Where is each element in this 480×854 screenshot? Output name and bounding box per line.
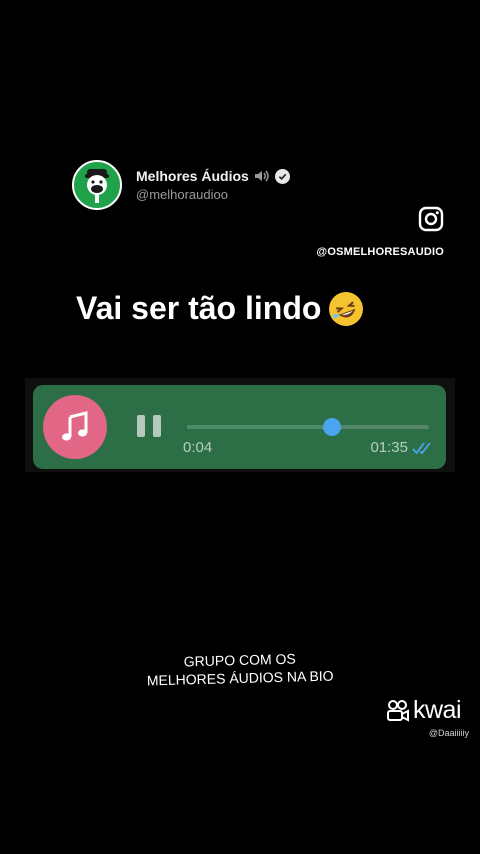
pause-icon-bar-left	[137, 415, 145, 437]
audio-message-frame: 0:04 01:35	[25, 378, 455, 472]
instagram-handle: @OSMELHORESAUDIO	[316, 246, 444, 258]
rolling-laughing-emoji	[324, 286, 369, 331]
pause-button[interactable]	[137, 415, 161, 439]
pause-icon-bar-right	[153, 415, 161, 437]
instagram-icon	[418, 206, 444, 232]
audio-progress-track[interactable]	[187, 418, 429, 436]
mascot-microphone-icon	[85, 169, 109, 203]
speaker-icon	[254, 170, 269, 182]
music-avatar	[43, 395, 107, 459]
audio-message: 0:04 01:35	[33, 385, 446, 469]
verified-check-icon	[274, 168, 290, 184]
kwai-watermark: kwai	[386, 696, 462, 725]
audio-progress-fill	[187, 425, 333, 429]
kwai-brand: kwai	[413, 696, 462, 724]
audio-duration: 01:35	[370, 439, 408, 456]
caption: Vai ser tão lindo	[76, 286, 369, 331]
kwai-logo-icon	[387, 699, 409, 722]
double-check-icon	[412, 442, 431, 455]
avatar	[72, 160, 122, 210]
audio-progress-knob[interactable]	[323, 418, 342, 436]
profile-name: Melhores Áudios	[136, 167, 249, 184]
promo-text: GRUPO COM OS MELHORES ÁUDIOS NA BIO	[0, 646, 480, 694]
music-note-icon	[62, 411, 88, 441]
kwai-username: @Daaiiiiiy	[428, 728, 469, 738]
caption-text: Vai ser tão lindo	[76, 290, 322, 326]
profile-handle: @melhoraudioo	[136, 186, 228, 202]
elapsed-time: 0:04	[183, 439, 213, 456]
profile-header: Melhores Áudios @melhoraudioo	[72, 160, 290, 210]
video-frame: Melhores Áudios @melhoraudioo @OSMELHORE…	[0, 0, 480, 854]
